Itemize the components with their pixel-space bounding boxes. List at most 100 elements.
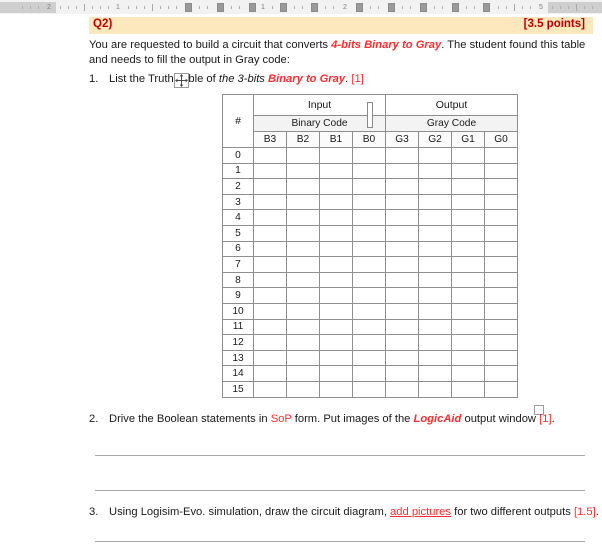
truth-table-cell[interactable] bbox=[418, 349, 452, 367]
table-column-resize-handle[interactable] bbox=[367, 102, 373, 128]
truth-table-cell[interactable] bbox=[451, 380, 485, 398]
truth-table-cell[interactable] bbox=[418, 209, 452, 226]
truth-table-cell[interactable] bbox=[286, 302, 320, 320]
truth-table-cell[interactable] bbox=[385, 209, 419, 226]
truth-table-cell[interactable] bbox=[253, 147, 287, 164]
truth-table-cell[interactable] bbox=[352, 365, 386, 382]
truth-table-cell[interactable] bbox=[418, 365, 452, 382]
truth-table-cell[interactable] bbox=[319, 162, 353, 180]
truth-table-cell[interactable] bbox=[352, 380, 386, 398]
truth-table-cell[interactable] bbox=[484, 224, 518, 242]
truth-table-cell[interactable] bbox=[451, 365, 485, 382]
truth-table-cell[interactable] bbox=[286, 224, 320, 242]
truth-table-cell[interactable] bbox=[253, 271, 287, 289]
ruler-track[interactable]: 2 1 1 2 5 bbox=[0, 2, 602, 13]
truth-table-cell[interactable] bbox=[253, 256, 287, 273]
truth-table-cell[interactable] bbox=[253, 318, 287, 336]
table-row[interactable]: 10 bbox=[222, 302, 518, 320]
ruler-tab-stop[interactable] bbox=[217, 3, 224, 12]
truth-table-cell[interactable] bbox=[286, 193, 320, 211]
truth-table-cell[interactable] bbox=[418, 380, 452, 398]
truth-table-cell[interactable] bbox=[286, 271, 320, 289]
truth-table-cell[interactable] bbox=[253, 287, 287, 304]
truth-table-cell[interactable] bbox=[484, 178, 518, 195]
truth-table-cell[interactable] bbox=[253, 162, 287, 180]
truth-table-cell[interactable] bbox=[385, 380, 419, 398]
truth-table-cell[interactable] bbox=[484, 318, 518, 336]
truth-table-cell[interactable] bbox=[319, 271, 353, 289]
truth-table-cell[interactable] bbox=[484, 193, 518, 211]
truth-table-cell[interactable] bbox=[451, 302, 485, 320]
truth-table-cell[interactable] bbox=[319, 349, 353, 367]
table-row[interactable]: 9 bbox=[222, 287, 518, 304]
truth-table-cell[interactable] bbox=[484, 256, 518, 273]
truth-table-cell[interactable] bbox=[418, 287, 452, 304]
truth-table-cell[interactable] bbox=[484, 271, 518, 289]
table-row[interactable]: 12 bbox=[222, 334, 518, 351]
truth-table-cell[interactable] bbox=[352, 193, 386, 211]
truth-table-cell[interactable] bbox=[418, 318, 452, 336]
truth-table-cell[interactable] bbox=[352, 318, 386, 336]
ruler-tab-stop[interactable] bbox=[249, 3, 256, 12]
ruler-tab-stop[interactable] bbox=[356, 3, 363, 12]
truth-table-cell[interactable] bbox=[451, 162, 485, 180]
truth-table-cell[interactable] bbox=[319, 302, 353, 320]
truth-table-cell[interactable] bbox=[385, 349, 419, 367]
ruler-tab-stop[interactable] bbox=[185, 3, 192, 12]
truth-table-cell[interactable] bbox=[385, 256, 419, 273]
truth-table-cell[interactable] bbox=[418, 147, 452, 164]
truth-table-cell[interactable] bbox=[319, 287, 353, 304]
truth-table-cell[interactable] bbox=[418, 240, 452, 258]
truth-table-cell[interactable] bbox=[418, 271, 452, 289]
truth-table-cell[interactable] bbox=[286, 318, 320, 336]
truth-table-cell[interactable] bbox=[319, 209, 353, 226]
truth-table-cell[interactable] bbox=[253, 302, 287, 320]
truth-table-cell[interactable] bbox=[418, 334, 452, 351]
table-row[interactable]: 3 bbox=[222, 193, 518, 211]
truth-table-cell[interactable] bbox=[451, 178, 485, 195]
truth-table-cell[interactable] bbox=[451, 349, 485, 367]
table-row[interactable]: 13 bbox=[222, 349, 518, 367]
truth-table-cell[interactable] bbox=[286, 380, 320, 398]
truth-table-cell[interactable] bbox=[286, 162, 320, 180]
truth-table-cell[interactable] bbox=[385, 318, 419, 336]
truth-table-cell[interactable] bbox=[253, 240, 287, 258]
truth-table-cell[interactable] bbox=[451, 318, 485, 336]
truth-table-cell[interactable] bbox=[352, 162, 386, 180]
table-move-handle-icon[interactable] bbox=[174, 73, 189, 88]
table-row[interactable]: 7 bbox=[222, 256, 518, 273]
truth-table-cell[interactable] bbox=[385, 147, 419, 164]
table-row[interactable]: 1 bbox=[222, 162, 518, 180]
table-row[interactable]: 0 bbox=[222, 147, 518, 164]
truth-table-cell[interactable] bbox=[418, 193, 452, 211]
truth-table-cell[interactable] bbox=[286, 240, 320, 258]
truth-table-cell[interactable] bbox=[286, 365, 320, 382]
truth-table-cell[interactable] bbox=[484, 209, 518, 226]
ruler-tab-stop[interactable] bbox=[452, 3, 459, 12]
truth-table-body[interactable]: 0 1 2 3 4 5 6 7 8 9 10 11 12 13 14 15 bbox=[222, 147, 518, 398]
ruler-tab-stop[interactable] bbox=[311, 3, 318, 12]
truth-table-cell[interactable] bbox=[418, 224, 452, 242]
truth-table-cell[interactable] bbox=[451, 147, 485, 164]
truth-table-cell[interactable] bbox=[385, 271, 419, 289]
truth-table-cell[interactable] bbox=[319, 178, 353, 195]
truth-table-cell[interactable] bbox=[484, 287, 518, 304]
truth-table-cell[interactable] bbox=[385, 193, 419, 211]
truth-table-cell[interactable] bbox=[286, 178, 320, 195]
table-row[interactable]: 11 bbox=[222, 318, 518, 336]
truth-table-cell[interactable] bbox=[418, 256, 452, 273]
truth-table-cell[interactable] bbox=[352, 256, 386, 273]
truth-table-container[interactable]: # Input Output Binary Code Gray Code B3 … bbox=[222, 94, 518, 398]
document-ruler[interactable]: 2 1 1 2 5 bbox=[0, 0, 602, 15]
ruler-tab-stop[interactable] bbox=[483, 3, 490, 12]
table-row[interactable]: 4 bbox=[222, 209, 518, 226]
truth-table-cell[interactable] bbox=[484, 380, 518, 398]
truth-table-cell[interactable] bbox=[418, 178, 452, 195]
truth-table-cell[interactable] bbox=[352, 302, 386, 320]
truth-table-cell[interactable] bbox=[484, 162, 518, 180]
truth-table-cell[interactable] bbox=[286, 209, 320, 226]
truth-table-cell[interactable] bbox=[385, 302, 419, 320]
truth-table-cell[interactable] bbox=[286, 287, 320, 304]
truth-table-cell[interactable] bbox=[451, 209, 485, 226]
truth-table-cell[interactable] bbox=[319, 318, 353, 336]
